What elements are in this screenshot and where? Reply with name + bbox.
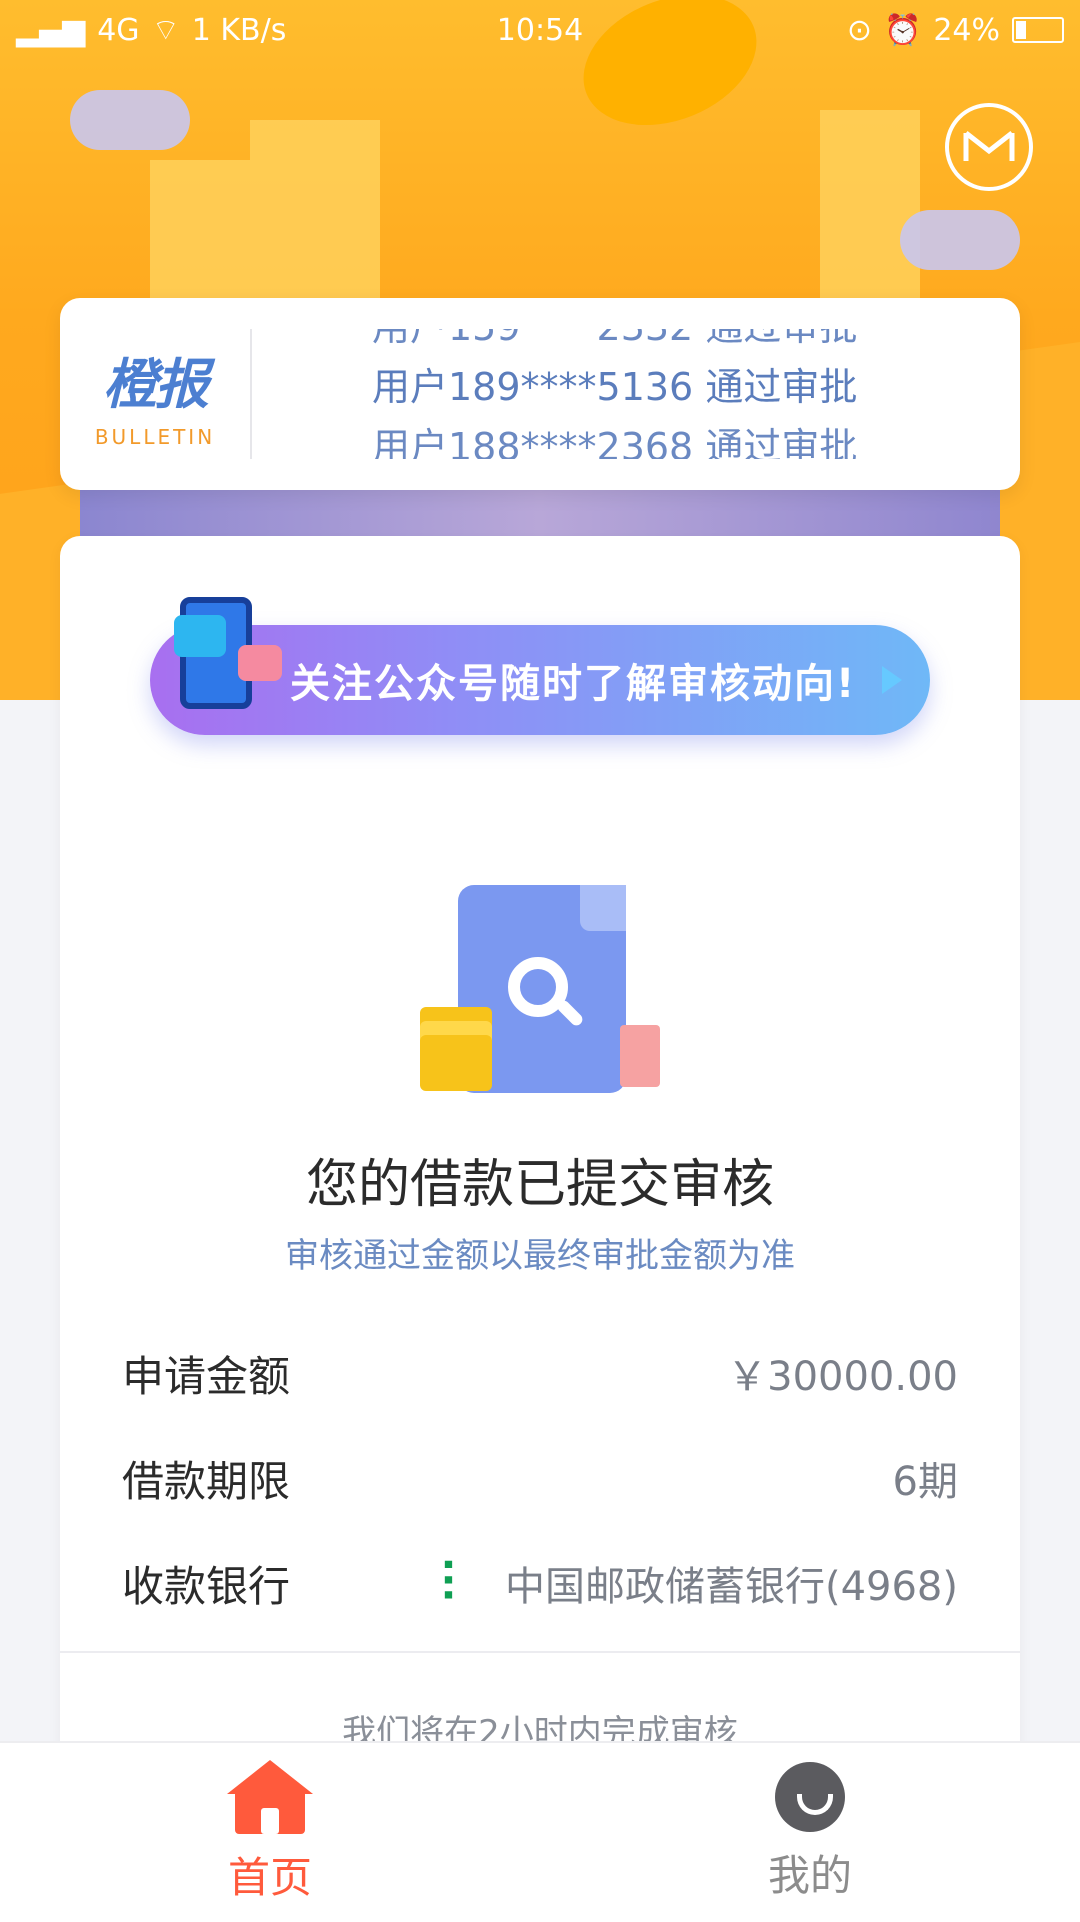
ticker-item: 用户159****2332 通过审批: [372, 329, 932, 357]
detail-value-bank: ⫶ 中国邮政储蓄银行(4968): [417, 1551, 958, 1614]
building-shape: [250, 120, 380, 300]
detail-label: 申请金额: [122, 1351, 291, 1401]
divider: [60, 1651, 1020, 1653]
bank-name: 中国邮政储蓄银行(4968): [504, 1564, 958, 1610]
status-title: 您的借款已提交审核: [305, 1155, 774, 1215]
status-subtitle: 审核通过金额以最终审批金额为准: [285, 1236, 795, 1276]
follow-banner-text: 关注公众号随时了解审核动向!: [290, 661, 857, 707]
lock-icon: ⊙: [846, 12, 872, 48]
bottom-navigation: 首页 我的: [0, 1741, 1080, 1922]
play-arrow-icon: [882, 666, 902, 694]
bulletin-brand: 橙报 BULLETIN: [60, 329, 252, 459]
banknote-icon: [620, 1025, 660, 1087]
profile-icon: [775, 1762, 845, 1832]
nav-home[interactable]: 首页: [0, 1743, 540, 1922]
detail-label: 借款期限: [122, 1456, 291, 1506]
cloud-decoration: [70, 90, 190, 150]
coins-icon: [420, 1035, 492, 1091]
bulletin-logo: 橙报: [103, 352, 209, 416]
detail-row-term: 借款期限 6期: [122, 1443, 958, 1513]
bulletin-card[interactable]: 橙报 BULLETIN 用户159****2332 通过审批 用户189****…: [60, 298, 1020, 490]
ticker-item: 用户188****2368 通过审批: [372, 425, 858, 459]
nav-home-label: 首页: [227, 1853, 312, 1902]
building-shape: [820, 110, 920, 310]
ticker-item: 用户189****5136 通过审批: [372, 365, 858, 409]
chat-bubble-icon: [174, 615, 226, 657]
detail-row-amount: 申请金额 ￥30000.00: [122, 1338, 958, 1408]
envelope-icon: [963, 131, 1015, 161]
alarm-icon: ⏰: [883, 12, 922, 48]
nav-mine-label: 我的: [767, 1851, 852, 1900]
message-button[interactable]: [945, 103, 1033, 191]
detail-value: ￥30000.00: [727, 1354, 958, 1400]
wifi-icon: ⌔: [151, 13, 180, 48]
battery-icon: [1012, 17, 1064, 43]
signal-icon: ▂▄▆: [16, 12, 86, 48]
building-shape: [150, 160, 250, 300]
bulletin-ticker: 用户159****2332 通过审批 用户189****5136 通过审批 用户…: [372, 329, 932, 459]
cloud-decoration: [900, 210, 1020, 270]
postal-bank-logo-icon: ⫶: [441, 1551, 455, 1614]
chat-bubble-icon: [238, 645, 282, 681]
nav-mine[interactable]: 我的: [540, 1743, 1080, 1922]
follow-official-account-banner[interactable]: 关注公众号随时了解审核动向!: [150, 597, 930, 735]
home-icon: [227, 1760, 313, 1834]
network-type: 4G: [97, 12, 140, 48]
network-speed: 1 KB/s: [191, 12, 287, 48]
battery-percent: 24%: [933, 12, 1000, 48]
detail-row-bank: 收款银行 ⫶ 中国邮政储蓄银行(4968): [122, 1548, 958, 1618]
status-bar: ▂▄▆ 4G ⌔ 1 KB/s 10:54 ⊙ ⏰ 24%: [0, 0, 1080, 60]
detail-label: 收款银行: [122, 1561, 291, 1611]
detail-value: 6期: [892, 1459, 958, 1505]
review-document-illustration: [420, 885, 670, 1095]
bulletin-logo-sub: BULLETIN: [94, 424, 216, 449]
